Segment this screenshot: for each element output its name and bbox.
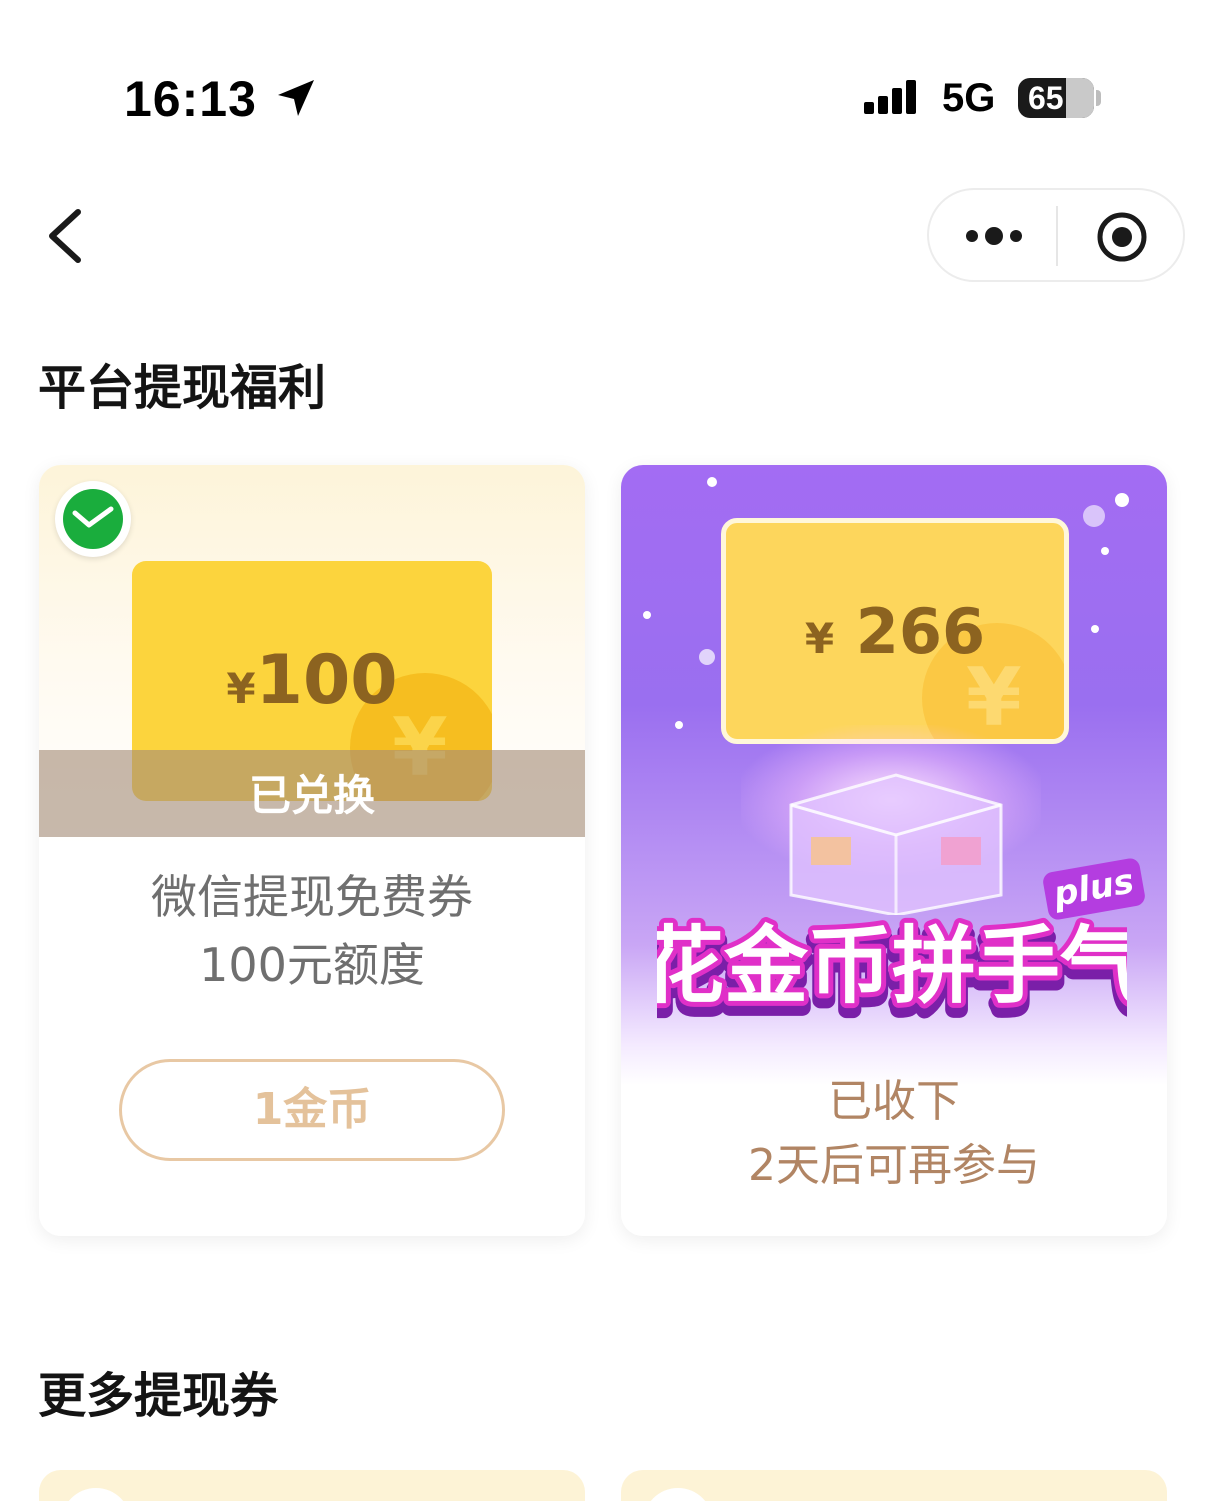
coupon-266: ¥ ¥ 266: [721, 518, 1069, 744]
sparkle: [1115, 493, 1129, 507]
coupon-amount: ¥ 266: [804, 595, 986, 668]
target-circle-icon[interactable]: [1095, 210, 1149, 264]
retry-notice: 2天后可再参与: [748, 1140, 1040, 1191]
card-desc-line2: 100元额度: [199, 938, 425, 992]
battery-icon: 65: [1018, 78, 1094, 118]
exchange-button-label: 1金币: [252, 1084, 372, 1135]
exchanged-overlay: 已兑换: [39, 750, 585, 837]
sparkle: [1101, 547, 1109, 555]
section-title-more: 更多提现券: [38, 1368, 279, 1424]
chevron-left-icon[interactable]: [38, 204, 98, 268]
more-coupon-card[interactable]: [621, 1470, 1167, 1501]
lucky-draw-card[interactable]: ¥ ¥ 266 plus 花金币拼手气 花金币拼手气 已收下 2天后可再参与: [621, 465, 1167, 1236]
card-desc-line1: 微信提现免费券: [151, 870, 473, 924]
location-arrow-icon: [278, 80, 314, 116]
sparkle: [707, 477, 717, 487]
participation-status: 已收下: [828, 1076, 960, 1127]
signal-bars-icon: [864, 80, 916, 114]
sparkle: [1083, 505, 1105, 527]
sparkle: [643, 611, 651, 619]
battery-level: 65: [1028, 80, 1064, 116]
sparkle: [1091, 625, 1099, 633]
gift-box-icon: [789, 773, 1003, 915]
battery-tip: [1096, 90, 1101, 106]
more-coupon-card[interactable]: [39, 1470, 585, 1501]
exchanged-label: 已兑换: [248, 771, 375, 820]
promo-title-text: 花金币拼手气: [657, 917, 1127, 1015]
wechat-withdraw-card[interactable]: ¥ ¥100 已兑换 微信提现免费券 100元额度 1金币: [39, 465, 585, 1236]
coupon-badge: [61, 1488, 131, 1501]
wechat-pay-icon: [55, 481, 131, 557]
sparkle: [675, 721, 683, 729]
network-type: 5G: [942, 76, 996, 120]
more-dots-icon[interactable]: [963, 218, 1025, 254]
sparkle: [699, 649, 715, 665]
exchange-button[interactable]: 1金币: [119, 1059, 505, 1161]
mini-program-capsule: [927, 188, 1185, 282]
status-time: 16:13: [124, 71, 257, 127]
coupon-badge: [643, 1488, 713, 1501]
promo-title: 花金币拼手气 花金币拼手气: [657, 912, 1127, 1030]
status-bar: 16:13 5G 65: [0, 0, 1206, 150]
capsule-divider: [1056, 206, 1058, 266]
coupon-amount: ¥100: [226, 641, 398, 720]
section-title-platform: 平台提现福利: [38, 360, 327, 416]
